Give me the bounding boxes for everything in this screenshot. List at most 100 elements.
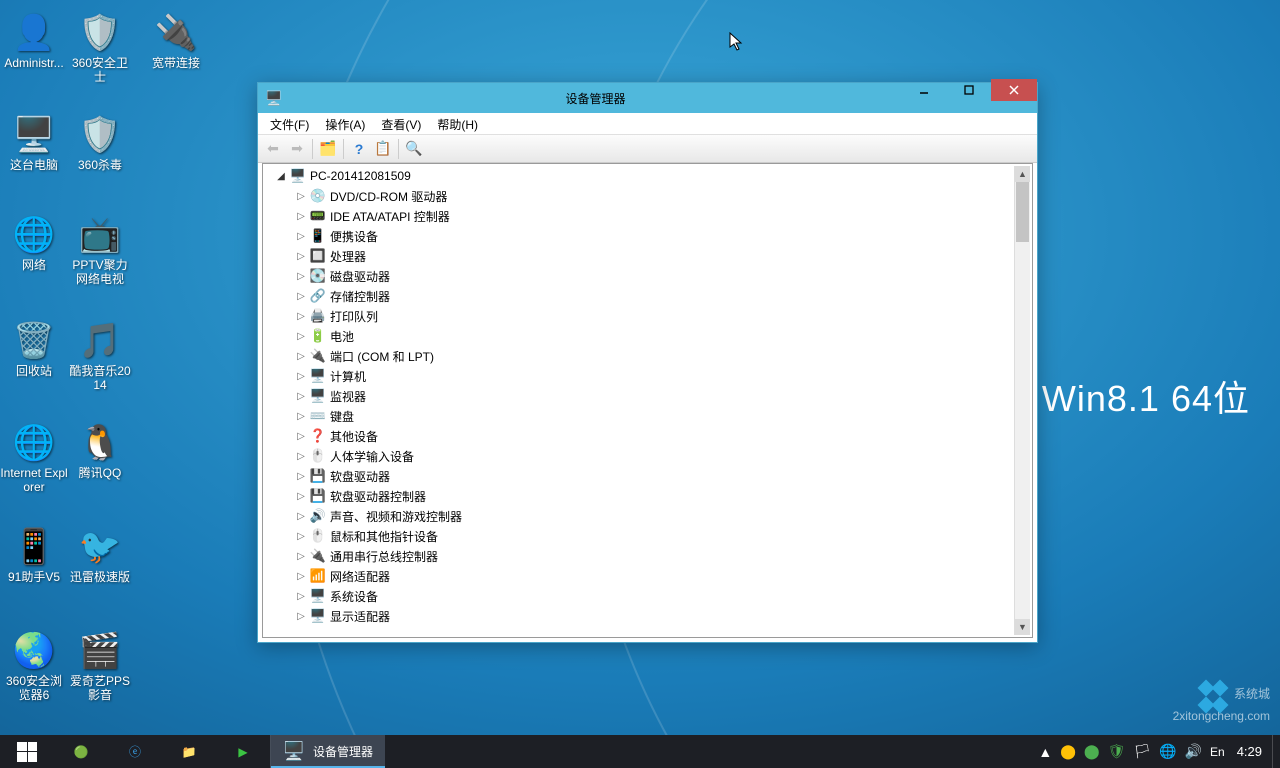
tray-network-icon[interactable]: 🌐 bbox=[1159, 743, 1176, 760]
back-button[interactable]: ⬅ bbox=[262, 138, 284, 160]
expand-icon[interactable]: ▷ bbox=[295, 271, 307, 282]
tree-item[interactable]: ▷📱便携设备 bbox=[265, 226, 1014, 246]
show-hidden-button[interactable]: 🗂️ bbox=[317, 138, 339, 160]
expand-icon[interactable]: ▷ bbox=[295, 451, 307, 462]
tree-item[interactable]: ▷🖥️显示适配器 bbox=[265, 606, 1014, 626]
tree-item[interactable]: ▷🔊声音、视频和游戏控制器 bbox=[265, 506, 1014, 526]
tree-item[interactable]: ▷🖥️系统设备 bbox=[265, 586, 1014, 606]
expand-icon[interactable]: ▷ bbox=[295, 251, 307, 262]
tree-item[interactable]: ▷⌨️键盘 bbox=[265, 406, 1014, 426]
tree-item[interactable]: ▷🖥️监视器 bbox=[265, 386, 1014, 406]
desktop-icon-11[interactable]: 📱91助手V5 bbox=[0, 526, 68, 584]
tray-action-center-icon[interactable]: 🏳 bbox=[1133, 743, 1151, 760]
properties-button[interactable]: 📋 bbox=[372, 138, 394, 160]
desktop-icon-0[interactable]: 👤Administr... bbox=[0, 12, 68, 70]
pinned-app-360[interactable]: 🟢 bbox=[54, 735, 108, 768]
tray-antivirus-icon[interactable]: 🛡 bbox=[1108, 743, 1126, 760]
tree-item[interactable]: ▷🔋电池 bbox=[265, 326, 1014, 346]
tray-clock[interactable]: 4:29 bbox=[1233, 744, 1266, 759]
scroll-up-button[interactable]: ▲ bbox=[1015, 166, 1030, 182]
expand-icon[interactable]: ▷ bbox=[295, 351, 307, 362]
tree-item[interactable]: ▷🔗存储控制器 bbox=[265, 286, 1014, 306]
close-button[interactable] bbox=[991, 79, 1037, 101]
tree-item[interactable]: ▷🔲处理器 bbox=[265, 246, 1014, 266]
menu-file[interactable]: 文件(F) bbox=[262, 113, 317, 134]
expand-icon[interactable]: ▷ bbox=[295, 471, 307, 482]
collapse-icon[interactable]: ◢ bbox=[275, 171, 287, 182]
tree-item[interactable]: ▷📶网络适配器 bbox=[265, 566, 1014, 586]
expand-icon[interactable]: ▷ bbox=[295, 491, 307, 502]
desktop-icon-4[interactable]: 🛡️360杀毒 bbox=[66, 114, 134, 172]
start-button[interactable] bbox=[0, 735, 54, 768]
category-icon: 🔌 bbox=[310, 548, 326, 564]
desktop-icon-6[interactable]: 📺PPTV聚力 网络电视 bbox=[66, 214, 134, 286]
desktop-icon-13[interactable]: 🌏360安全浏览器6 bbox=[0, 630, 68, 702]
tree-item[interactable]: ▷📟IDE ATA/ATAPI 控制器 bbox=[265, 206, 1014, 226]
tree-item[interactable]: ▷💾软盘驱动器控制器 bbox=[265, 486, 1014, 506]
watermark-name: 系统城 bbox=[1234, 687, 1270, 701]
desktop-icon-3[interactable]: 🖥️这台电脑 bbox=[0, 114, 68, 172]
expand-icon[interactable]: ▷ bbox=[295, 431, 307, 442]
desktop-icon-10[interactable]: 🐧腾讯QQ bbox=[66, 422, 134, 480]
menu-action[interactable]: 操作(A) bbox=[317, 113, 373, 134]
desktop-icon-8[interactable]: 🎵酷我音乐2014 bbox=[66, 320, 134, 392]
desktop-icon-14[interactable]: 🎬爱奇艺PPS影音 bbox=[66, 630, 134, 702]
expand-icon[interactable]: ▷ bbox=[295, 511, 307, 522]
desktop-icon-5[interactable]: 🌐网络 bbox=[0, 214, 68, 272]
scroll-thumb[interactable] bbox=[1016, 182, 1029, 242]
tray-volume-icon[interactable]: 🔊 bbox=[1185, 743, 1202, 760]
tree-item[interactable]: ▷💽磁盘驱动器 bbox=[265, 266, 1014, 286]
tree-item[interactable]: ▷❓其他设备 bbox=[265, 426, 1014, 446]
tray-up-icon[interactable]: ▲ bbox=[1038, 744, 1052, 760]
tree-item[interactable]: ▷🔌通用串行总线控制器 bbox=[265, 546, 1014, 566]
expand-icon[interactable]: ▷ bbox=[295, 571, 307, 582]
desktop-icon-label: 酷我音乐2014 bbox=[66, 364, 134, 392]
vertical-scrollbar[interactable]: ▲ ▼ bbox=[1014, 166, 1030, 635]
expand-icon[interactable]: ▷ bbox=[295, 611, 307, 622]
show-desktop-button[interactable] bbox=[1272, 735, 1280, 768]
tree-item[interactable]: ▷🔌端口 (COM 和 LPT) bbox=[265, 346, 1014, 366]
desktop-icon-1[interactable]: 🛡️360安全卫士 bbox=[66, 12, 134, 84]
expand-icon[interactable]: ▷ bbox=[295, 191, 307, 202]
expand-icon[interactable]: ▷ bbox=[295, 551, 307, 562]
forward-button[interactable]: ➡ bbox=[286, 138, 308, 160]
expand-icon[interactable]: ▷ bbox=[295, 311, 307, 322]
expand-icon[interactable]: ▷ bbox=[295, 291, 307, 302]
taskbar-app-device-manager[interactable]: 🖥️ 设备管理器 bbox=[270, 735, 385, 768]
expand-icon[interactable]: ▷ bbox=[295, 591, 307, 602]
menu-view[interactable]: 查看(V) bbox=[373, 113, 429, 134]
help-button[interactable]: ? bbox=[348, 138, 370, 160]
tray-security-icon[interactable]: ⬤ bbox=[1060, 743, 1076, 760]
device-tree[interactable]: ◢🖥️PC-201412081509▷💿DVD/CD-ROM 驱动器▷📟IDE … bbox=[265, 166, 1014, 635]
expand-icon[interactable]: ▷ bbox=[295, 411, 307, 422]
pinned-app-explorer[interactable]: 📁 bbox=[162, 735, 216, 768]
maximize-button[interactable] bbox=[946, 79, 991, 101]
desktop-icon-12[interactable]: 🐦迅雷极速版 bbox=[66, 526, 134, 584]
tree-item-label: 显示适配器 bbox=[330, 608, 390, 625]
expand-icon[interactable]: ▷ bbox=[295, 371, 307, 382]
titlebar[interactable]: 🖥️ 设备管理器 bbox=[258, 83, 1037, 113]
pinned-app-iqiyi[interactable]: ▶ bbox=[216, 735, 270, 768]
tree-item[interactable]: ▷🖨️打印队列 bbox=[265, 306, 1014, 326]
expand-icon[interactable]: ▷ bbox=[295, 231, 307, 242]
tree-item[interactable]: ▷🖱️人体学输入设备 bbox=[265, 446, 1014, 466]
desktop-icon-7[interactable]: 🗑️回收站 bbox=[0, 320, 68, 378]
tree-root[interactable]: ◢🖥️PC-201412081509 bbox=[265, 166, 1014, 186]
scan-hardware-button[interactable]: 🔍 bbox=[403, 138, 425, 160]
menu-help[interactable]: 帮助(H) bbox=[429, 113, 486, 134]
expand-icon[interactable]: ▷ bbox=[295, 211, 307, 222]
tree-item[interactable]: ▷💿DVD/CD-ROM 驱动器 bbox=[265, 186, 1014, 206]
desktop-icon-2[interactable]: 🔌宽带连接 bbox=[142, 12, 210, 70]
tray-360-icon[interactable]: ⬤ bbox=[1084, 743, 1100, 760]
expand-icon[interactable]: ▷ bbox=[295, 391, 307, 402]
tree-item[interactable]: ▷🖱️鼠标和其他指针设备 bbox=[265, 526, 1014, 546]
expand-icon[interactable]: ▷ bbox=[295, 331, 307, 342]
desktop-icon-9[interactable]: 🌐Internet Explorer bbox=[0, 422, 68, 494]
tree-item[interactable]: ▷💾软盘驱动器 bbox=[265, 466, 1014, 486]
minimize-button[interactable] bbox=[901, 79, 946, 101]
pinned-app-ie[interactable]: ⓔ bbox=[108, 735, 162, 768]
tree-item[interactable]: ▷🖥️计算机 bbox=[265, 366, 1014, 386]
scroll-down-button[interactable]: ▼ bbox=[1015, 619, 1030, 635]
expand-icon[interactable]: ▷ bbox=[295, 531, 307, 542]
tray-language[interactable]: En bbox=[1210, 745, 1225, 759]
